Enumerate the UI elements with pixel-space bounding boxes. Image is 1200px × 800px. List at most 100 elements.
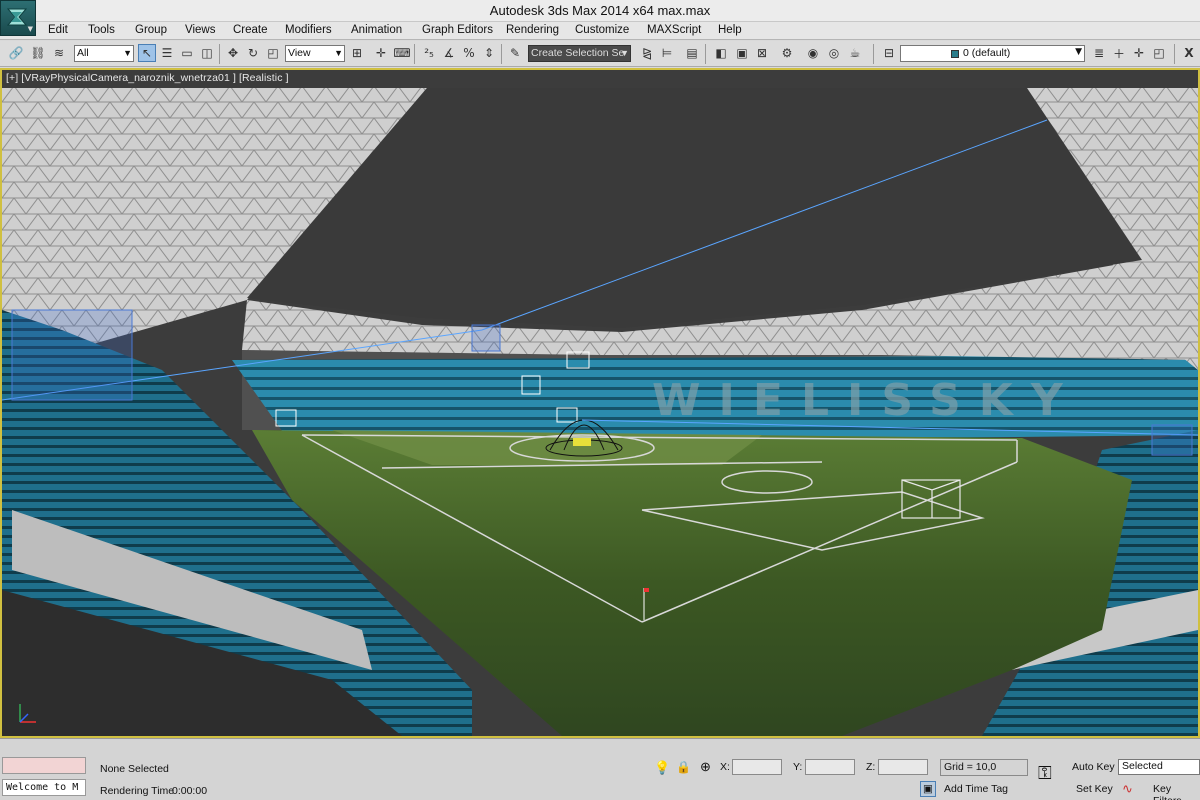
unlink-icon[interactable]: ⛓ xyxy=(29,44,47,62)
add-to-layer-icon[interactable]: ＋ xyxy=(1110,44,1128,62)
layer-name: 0 (default) xyxy=(963,47,1011,59)
chevron-down-icon: ▼ xyxy=(1075,47,1082,57)
rendering-time-label: Rendering Time xyxy=(100,785,175,797)
x-label: X: xyxy=(720,761,730,773)
menu-edit[interactable]: Edit xyxy=(48,24,68,36)
app-menu-button[interactable]: ▼ xyxy=(0,0,36,36)
chevron-down-icon: ▼ xyxy=(123,48,132,58)
y-label: Y: xyxy=(793,761,803,773)
add-time-tag-button[interactable]: Add Time Tag xyxy=(944,783,1008,795)
status-bar: Welcome to M None Selected Rendering Tim… xyxy=(0,738,1200,800)
material-editor-icon[interactable]: ◉ xyxy=(804,44,822,62)
window-crossing-icon[interactable]: ◫ xyxy=(198,44,216,62)
named-selection-set-value: Create Selection Se xyxy=(531,47,625,59)
toolbar-divider xyxy=(414,44,415,64)
schematic-view-icon[interactable]: ⚙ xyxy=(778,44,796,62)
perspective-viewport[interactable]: [+] [VRayPhysicalCamera_naroznik_wnetrza… xyxy=(0,68,1200,738)
select-in-layer-icon[interactable]: ✛ xyxy=(1130,44,1148,62)
toolbar-divider xyxy=(705,44,706,64)
menu-animation[interactable]: Animation xyxy=(351,24,402,36)
key-tangent-icon[interactable]: ∿ xyxy=(1122,781,1133,797)
axis-tripod-icon xyxy=(19,704,36,723)
maxscript-listener-output[interactable]: Welcome to M xyxy=(2,779,86,796)
menu-modifiers[interactable]: Modifiers xyxy=(285,24,332,36)
reference-coordinate-value: View xyxy=(288,47,311,59)
chevron-down-icon: ▼ xyxy=(334,48,343,58)
toolbar-divider xyxy=(219,44,220,64)
menu-tools[interactable]: Tools xyxy=(88,24,115,36)
menu-group[interactable]: Group xyxy=(135,24,167,36)
render-setup-icon[interactable]: ◎ xyxy=(825,44,843,62)
render-teapot-icon[interactable]: ☕ xyxy=(846,44,864,62)
z-label: Z: xyxy=(866,761,876,773)
menu-create[interactable]: Create xyxy=(233,24,268,36)
named-selection-sets-dropdown[interactable]: Create Selection Se ▼ xyxy=(528,45,631,62)
reference-coordinate-dropdown[interactable]: View ▼ xyxy=(285,45,345,62)
sun-helper xyxy=(573,438,591,446)
keyboard-shortcut-override-icon[interactable]: ⌨ xyxy=(393,44,411,62)
isolate-selection-icon[interactable]: 💡 xyxy=(654,760,670,776)
scale-icon[interactable]: ◰ xyxy=(264,44,282,62)
maxscript-mini-listener[interactable] xyxy=(2,757,86,774)
menu-rendering[interactable]: Rendering xyxy=(506,24,559,36)
lock-selection-icon[interactable]: 🔒 xyxy=(676,760,691,774)
snaps-toggle-icon[interactable]: ²₅ xyxy=(420,44,438,62)
angle-snap-icon[interactable]: ∡ xyxy=(440,44,458,62)
key-selection-dropdown[interactable]: Selected xyxy=(1118,759,1200,775)
selection-filter-dropdown[interactable]: All ▼ xyxy=(74,45,134,62)
key-filters-button[interactable]: Key Filters... xyxy=(1153,783,1200,800)
percent-snap-icon[interactable]: % xyxy=(460,44,478,62)
seat-lettering: WIELISSKY xyxy=(652,375,1081,426)
window-title: Autodesk 3ds Max 2014 x64 max.max xyxy=(489,3,711,18)
select-manipulate-icon[interactable]: ✛ xyxy=(372,44,390,62)
toolbar-divider xyxy=(1174,44,1175,64)
menu-bar: Edit Tools Group Views Create Modifiers … xyxy=(0,22,1200,40)
menu-graph-editors[interactable]: Graph Editors xyxy=(422,24,493,36)
corner-flag-cloth xyxy=(644,588,649,592)
curve-editor-icon[interactable]: ⊠ xyxy=(753,44,771,62)
absolute-mode-icon[interactable]: ⊕ xyxy=(700,759,711,775)
create-layer-icon[interactable]: ≣ xyxy=(1090,44,1108,62)
bind-space-warp-icon[interactable]: ≋ xyxy=(50,44,68,62)
edit-named-selection-icon[interactable]: ✎ xyxy=(506,44,524,62)
toolbar-divider xyxy=(873,44,874,64)
set-key-button[interactable]: Set Key xyxy=(1076,783,1113,795)
rectangle-selection-icon[interactable]: ▭ xyxy=(178,44,196,62)
grid-size: Grid = 10,0 xyxy=(940,759,1028,776)
align-icon[interactable]: ⊨ xyxy=(658,44,676,62)
toolbar-divider xyxy=(501,44,502,64)
rotate-icon[interactable]: ↻ xyxy=(244,44,262,62)
link-icon[interactable]: 🔗 xyxy=(7,44,25,62)
select-object-icon[interactable]: ↖ xyxy=(138,44,156,62)
pivot-center-icon[interactable]: ⊞ xyxy=(348,44,366,62)
layer-manager-icon[interactable]: ◧ xyxy=(712,44,730,62)
spinner-snap-icon[interactable]: ⇕ xyxy=(480,44,498,62)
set-current-layer-icon[interactable]: ◰ xyxy=(1150,44,1168,62)
chevron-down-icon: ▼ xyxy=(27,25,33,33)
layer-toolbar-icon[interactable]: ⊟ xyxy=(880,44,898,62)
z-coordinate-field[interactable] xyxy=(878,759,928,775)
main-toolbar: 🔗 ⛓ ≋ All ▼ ↖ ☰ ▭ ◫ ✥ ↻ ◰ View ▼ ⊞ ✛ ⌨ ²₅ … xyxy=(0,41,1200,67)
chevron-down-icon: ▼ xyxy=(620,48,629,58)
viewport-label[interactable]: [+] [VRayPhysicalCamera_naroznik_wnetrza… xyxy=(6,72,289,84)
layer-dropdown[interactable]: 0 (default) ▼ xyxy=(900,45,1085,62)
menu-views[interactable]: Views xyxy=(185,24,215,36)
set-key-mode-icon[interactable]: ⚿ xyxy=(1038,763,1052,784)
y-coordinate-field[interactable] xyxy=(805,759,855,775)
rendering-time-value: 0:00:00 xyxy=(172,785,208,797)
move-icon[interactable]: ✥ xyxy=(224,44,242,62)
layer-color-swatch xyxy=(951,50,959,58)
close-toolbar-button[interactable]: X xyxy=(1180,44,1198,62)
graphite-ribbon-icon[interactable]: ▣ xyxy=(733,44,751,62)
x-coordinate-field[interactable] xyxy=(732,759,782,775)
scene-explorer-icon[interactable]: ▤ xyxy=(683,44,701,62)
time-tag-icon[interactable]: ▣ xyxy=(920,781,936,797)
auto-key-button[interactable]: Auto Key xyxy=(1072,761,1115,773)
select-by-name-icon[interactable]: ☰ xyxy=(158,44,176,62)
selection-filter-value: All xyxy=(77,47,89,59)
menu-maxscript[interactable]: MAXScript xyxy=(647,24,701,36)
mirror-icon[interactable]: ⧎ xyxy=(638,44,656,62)
menu-customize[interactable]: Customize xyxy=(575,24,629,36)
selection-status: None Selected xyxy=(100,763,169,775)
menu-help[interactable]: Help xyxy=(718,24,742,36)
